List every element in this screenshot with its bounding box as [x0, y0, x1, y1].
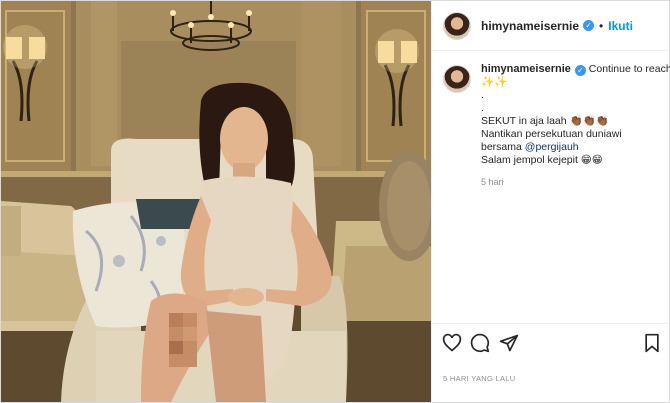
caption-dot-1: .	[481, 89, 484, 101]
header-separator: •	[599, 18, 604, 33]
mention-link[interactable]: @pergijauh	[525, 141, 579, 153]
photo-illustration	[1, 1, 431, 402]
follow-button[interactable]: Ikuti	[608, 19, 633, 33]
caption-title-line: himynameisernie✓ Continue to reach out	[481, 63, 670, 76]
post-header: himynameisernie ✓ • Ikuti	[432, 1, 670, 51]
caption-body: himynameisernie✓ Continue to reach out ✨…	[481, 63, 670, 189]
header-username[interactable]: himynameisernie	[481, 19, 579, 33]
caption-title: Continue to reach out	[588, 63, 670, 75]
caption-title-emoji: ✨✨	[481, 76, 508, 88]
heart-icon[interactable]	[442, 333, 462, 353]
caption-avatar[interactable]	[443, 65, 471, 93]
post-photo[interactable]	[1, 1, 431, 402]
avatar[interactable]	[443, 11, 471, 40]
caption-line-4: Salam jempol kejepit 😁😁	[481, 154, 603, 166]
instagram-post: himynameisernie ✓ • Ikuti himynameiserni…	[0, 0, 670, 403]
comment-icon[interactable]	[470, 333, 490, 353]
bookmark-icon[interactable]	[642, 333, 662, 353]
caption-dot-2: .	[481, 102, 484, 114]
caption-line-1: SEKUT in aja laah 👏🏾👏🏾👏🏾	[481, 115, 609, 127]
verified-badge-icon: ✓	[583, 20, 595, 31]
verified-badge-icon: ✓	[574, 65, 586, 76]
post-date[interactable]: 5 HARI YANG LALU	[443, 374, 515, 383]
post-sidebar: himynameisernie ✓ • Ikuti himynameiserni…	[431, 1, 670, 402]
caption-line-3: bersama @pergijauh	[481, 141, 670, 154]
caption-username[interactable]: himynameisernie	[481, 63, 571, 75]
caption-line-3-prefix: bersama	[481, 141, 525, 153]
caption-timestamp[interactable]: 5 hari	[481, 176, 670, 189]
post-caption: himynameisernie✓ Continue to reach out ✨…	[443, 63, 670, 189]
action-bar	[432, 323, 670, 361]
send-icon[interactable]	[499, 333, 519, 353]
pixel-censor	[169, 313, 197, 367]
caption-line-2: Nantikan persekutuan duniawi	[481, 128, 622, 140]
